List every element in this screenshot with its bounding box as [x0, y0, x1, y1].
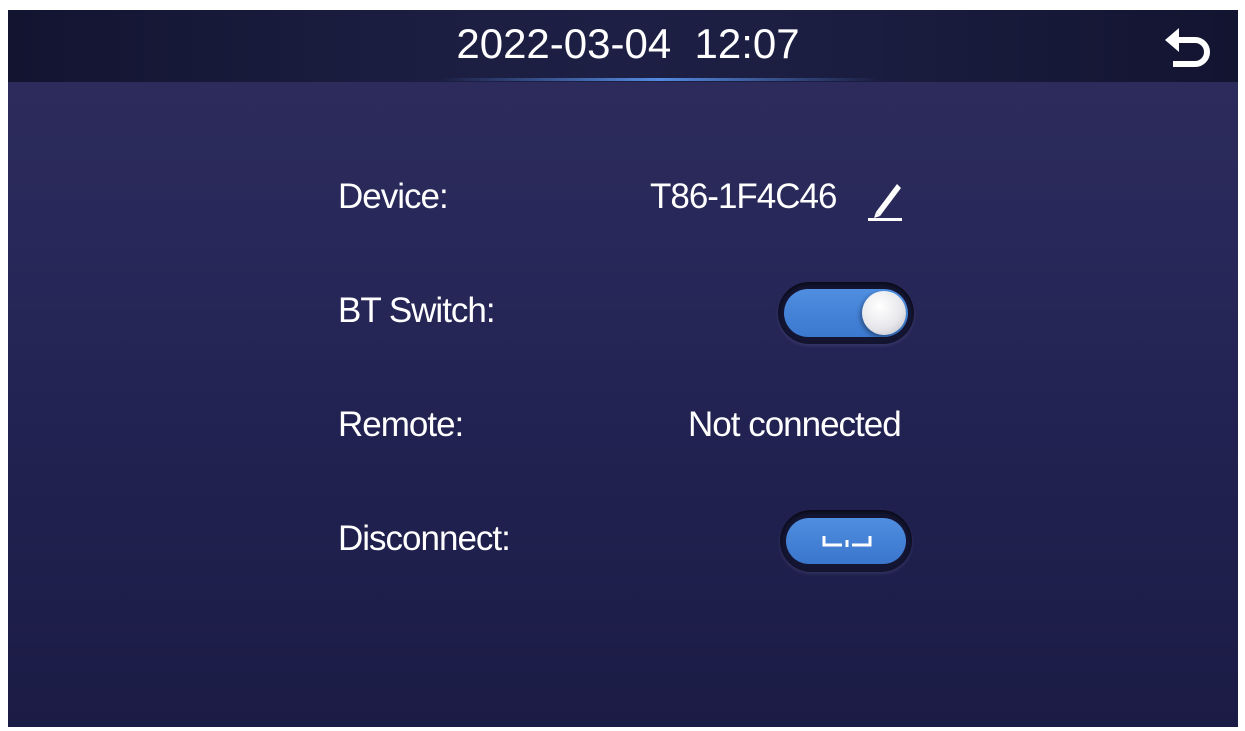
bt-switch-label: BT Switch:: [338, 291, 496, 330]
back-arrow-icon: [1165, 28, 1210, 67]
datetime-display: 2022-03-04 12:07: [456, 20, 800, 67]
device-name-value: T86-1F4C46: [650, 177, 837, 216]
remote-status-value: Not connected: [688, 405, 902, 444]
disconnect-button[interactable]: [780, 510, 912, 572]
toggle-knob: [862, 291, 906, 335]
device-label: Device:: [338, 177, 449, 216]
unlink-icon: [822, 536, 872, 547]
edit-device-name-button[interactable]: [866, 178, 906, 222]
disconnect-label: Disconnect:: [338, 519, 511, 558]
back-button[interactable]: [1163, 24, 1215, 72]
topbar-highlight: [438, 78, 878, 81]
disconnect-button-face: [786, 518, 906, 564]
pencil-icon: [868, 184, 902, 221]
bt-switch-toggle[interactable]: [778, 282, 914, 344]
bluetooth-settings-screen: 2022-03-04 12:07 Device: T86-1F4C46 BT S…: [8, 10, 1238, 727]
remote-label: Remote:: [338, 405, 464, 444]
top-bar: 2022-03-04 12:07: [8, 10, 1238, 82]
